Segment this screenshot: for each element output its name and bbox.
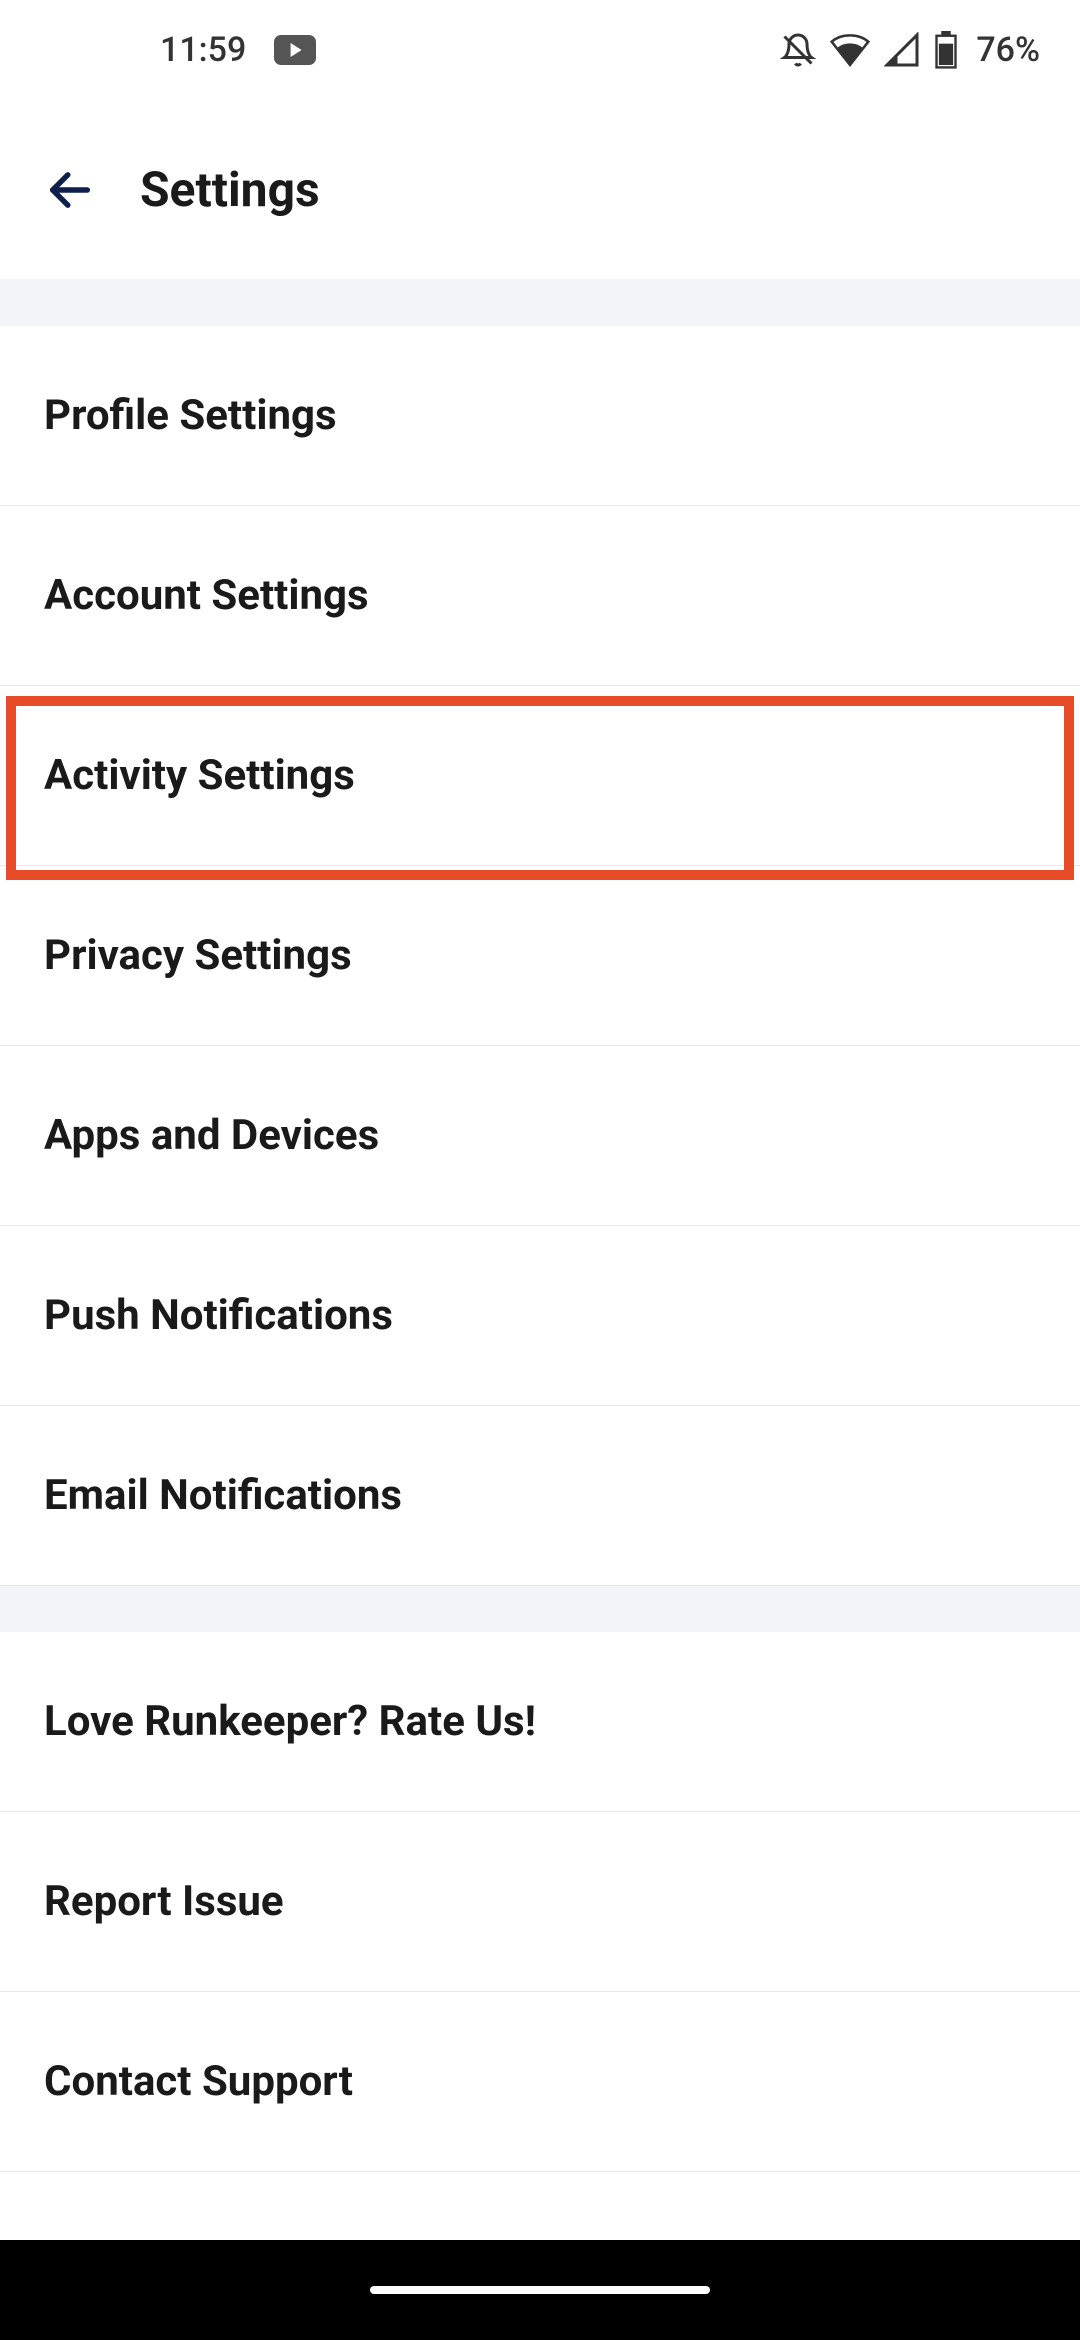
settings-item-report-issue[interactable]: Report Issue	[0, 1812, 1080, 1992]
dnd-icon	[780, 32, 816, 68]
settings-item-rate-us[interactable]: Love Runkeeper? Rate Us!	[0, 1632, 1080, 1812]
page-title: Settings	[140, 161, 320, 218]
settings-item-activity[interactable]: Activity Settings	[0, 686, 1080, 866]
list-item-label: Love Runkeeper? Rate Us!	[44, 1697, 536, 1746]
settings-item-contact-support[interactable]: Contact Support	[0, 1992, 1080, 2172]
list-item-label: Email Notifications	[44, 1471, 402, 1520]
youtube-icon	[274, 35, 316, 65]
list-item-label: Privacy Settings	[44, 931, 352, 980]
battery-percentage: 76%	[976, 30, 1040, 70]
home-indicator[interactable]	[370, 2286, 710, 2294]
navigation-bar	[0, 2240, 1080, 2340]
list-item-label: Push Notifications	[44, 1291, 393, 1340]
status-left: 11:59	[40, 30, 316, 70]
battery-icon	[934, 31, 958, 69]
status-right: 76%	[780, 30, 1040, 70]
settings-item-email-notifications[interactable]: Email Notifications	[0, 1406, 1080, 1586]
settings-item-apps-devices[interactable]: Apps and Devices	[0, 1046, 1080, 1226]
settings-item-profile[interactable]: Profile Settings	[0, 326, 1080, 506]
status-time: 11:59	[160, 30, 246, 70]
section-divider	[0, 1586, 1080, 1632]
list-item-label: Report Issue	[44, 1877, 284, 1926]
list-item-label: Profile Settings	[44, 391, 337, 440]
list-item-label: Contact Support	[44, 2057, 353, 2106]
wifi-icon	[830, 32, 870, 68]
settings-item-privacy[interactable]: Privacy Settings	[0, 866, 1080, 1046]
back-button[interactable]	[40, 160, 100, 220]
settings-item-push-notifications[interactable]: Push Notifications	[0, 1226, 1080, 1406]
list-item-label: Account Settings	[44, 571, 369, 620]
list-item-label: Activity Settings	[44, 751, 355, 800]
signal-icon	[884, 32, 920, 68]
settings-item-account[interactable]: Account Settings	[0, 506, 1080, 686]
status-bar: 11:59	[0, 0, 1080, 100]
section-divider	[0, 280, 1080, 326]
app-bar: Settings	[0, 100, 1080, 280]
list-item-label: Apps and Devices	[44, 1111, 379, 1160]
